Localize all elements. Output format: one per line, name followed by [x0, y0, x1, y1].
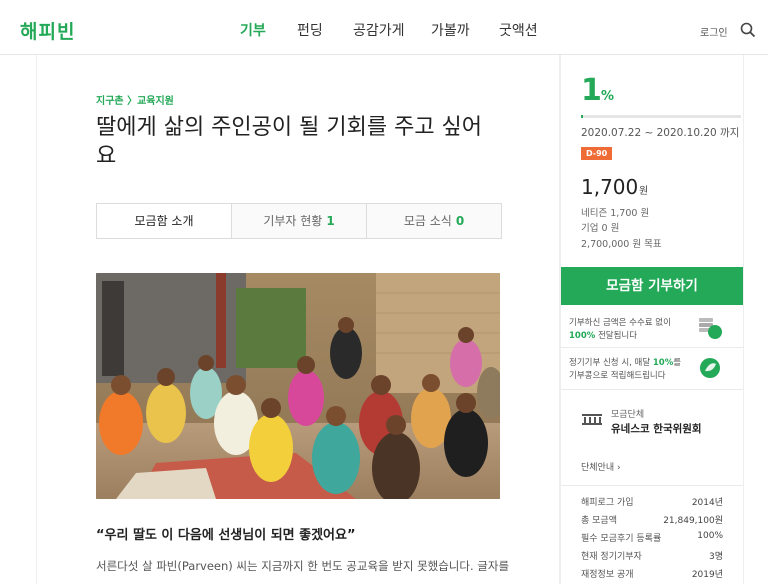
breadcrumb[interactable]: 지구촌 〉교육지원	[96, 92, 174, 107]
stat-label: 해피로그 가입	[581, 498, 634, 508]
stat-row-join: 해피로그 가입 2014년	[581, 495, 723, 508]
notice-highlight: 10%	[652, 358, 674, 368]
tab-introduction[interactable]: 모금함 소개	[97, 204, 231, 238]
donate-button[interactable]: 모금함 기부하기	[561, 267, 743, 305]
stat-row-review-rate: 필수 모금후기 등록률 100%	[581, 531, 723, 544]
notice-text: 를	[673, 358, 682, 368]
company-amount: 기업 0 원	[581, 223, 620, 234]
stat-value: 2014년	[691, 498, 723, 508]
notice-highlight: 100%	[569, 331, 596, 341]
stat-row-financial: 재정정보 공개 2019년	[581, 567, 723, 580]
story-text: 서른다섯 살 파빈(Parveen) 씨는 지금까지 한 번도 공교육을 받지 …	[96, 559, 510, 573]
org-label: 모금단체	[611, 410, 645, 420]
page-title: 딸에게 삶의 주인공이 될 기회를 주고 싶어요	[96, 115, 483, 169]
raised-amount: 1,700	[581, 175, 639, 199]
nav-item-donate[interactable]: 기부	[240, 20, 266, 40]
notice-text: 기부하신 금액은 수수료 없이	[569, 318, 671, 328]
campaign-photo	[96, 273, 500, 499]
leaf-icon	[700, 358, 720, 378]
org-name[interactable]: 유네스코 한국위원회	[611, 421, 702, 436]
stat-label: 재정정보 공개	[581, 570, 634, 580]
tab-label: 모금 소식	[403, 214, 452, 228]
divider	[561, 347, 743, 348]
stat-row-regular-donors: 현재 정기기부자 3명	[581, 549, 723, 562]
stat-value: 21,849,100원	[663, 516, 723, 526]
stat-value: 100%	[697, 531, 723, 541]
campaign-period: 2020.07.22 ~ 2020.10.20 까지	[581, 127, 740, 139]
coins-icon	[699, 318, 722, 339]
divider	[561, 485, 743, 486]
tab-news[interactable]: 모금 소식 0	[366, 204, 501, 238]
story-quote: “우리 딸도 이 다음에 선생님이 되면 좋겠어요”	[96, 528, 356, 543]
stat-value: 2019년	[691, 570, 723, 580]
netizen-amount: 네티즌 1,700 원	[581, 208, 650, 219]
nav-item-empathy-store[interactable]: 공감가게	[353, 20, 405, 40]
stat-value: 3명	[708, 552, 723, 562]
search-icon[interactable]	[740, 22, 756, 38]
tab-count: 0	[455, 214, 465, 228]
campaign-tabs: 모금함 소개 기부자 현황 1 모금 소식 0	[96, 203, 502, 239]
progress-bar	[581, 115, 741, 118]
tab-count: 1	[326, 214, 335, 228]
tab-donors[interactable]: 기부자 현황 1	[231, 204, 366, 238]
happybean-logo[interactable]: 해피빈	[20, 17, 75, 44]
donation-sidebar: 1 % 2020.07.22 ~ 2020.10.20 까지 D-90 1,70…	[560, 55, 744, 584]
stat-row-total: 총 모금액 21,849,100원	[581, 513, 723, 526]
divider	[561, 389, 743, 390]
tab-label: 모금함 소개	[134, 214, 194, 228]
progress-fill	[581, 115, 583, 118]
stat-label: 총 모금액	[581, 516, 617, 526]
login-link[interactable]: 로그인	[700, 24, 728, 39]
stat-label: 현재 정기기부자	[581, 552, 642, 562]
progress-percent: 1	[581, 73, 602, 108]
notice-text: 정기기부 신청 시, 매달	[569, 358, 653, 368]
unesco-logo	[582, 414, 602, 425]
notice-text: 전달됩니다	[595, 331, 638, 341]
nav-item-funding[interactable]: 펀딩	[297, 20, 323, 40]
amount-unit: 원	[639, 186, 649, 197]
nav-item-lets-go[interactable]: 가볼까	[431, 20, 470, 40]
top-navigation-bar: 해피빈 기부 펀딩 공감가게 가볼까 굿액션 로그인	[0, 0, 768, 55]
dday-badge: D-90	[581, 147, 613, 160]
goal-amount: 2,700,000 원 목표	[581, 239, 662, 250]
percent-sign: %	[601, 89, 615, 104]
tab-label: 기부자 현황	[263, 214, 323, 228]
org-info-link[interactable]: 단체안내 ›	[581, 460, 621, 473]
campaign-content: 지구촌 〉교육지원 딸에게 삶의 주인공이 될 기회를 주고 싶어요 모금함 소…	[36, 55, 560, 584]
notice-text: 기부콩으로 적립해드립니다	[569, 371, 666, 381]
stat-label: 필수 모금후기 등록률	[581, 534, 662, 544]
nav-item-good-action[interactable]: 굿액션	[499, 20, 538, 40]
